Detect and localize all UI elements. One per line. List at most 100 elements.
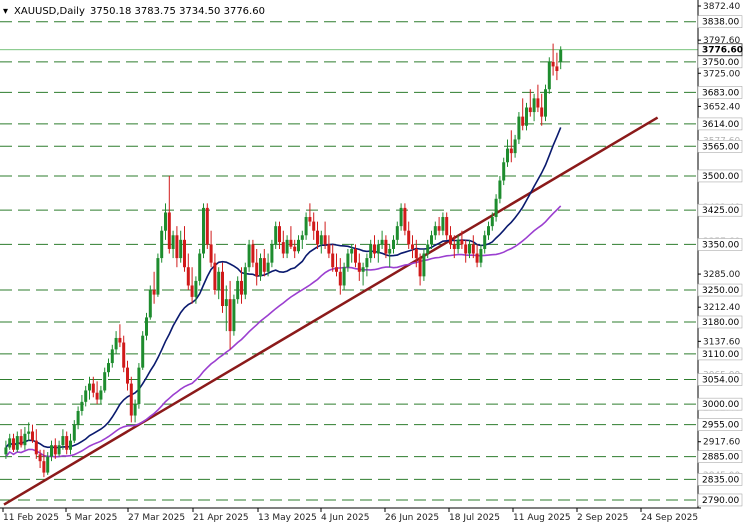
candle-body — [57, 445, 61, 455]
candle-body — [414, 248, 418, 259]
candle-body — [498, 180, 502, 199]
candle-body — [255, 262, 259, 277]
candle-body — [141, 335, 145, 368]
current-price-label: 3776.60 — [702, 46, 743, 56]
candle-body — [411, 244, 414, 249]
candle-body — [61, 436, 65, 446]
candle-body — [418, 258, 422, 277]
candle-body — [464, 244, 468, 254]
candle-body — [517, 116, 521, 140]
candle-body — [300, 235, 304, 240]
candle-body — [4, 447, 8, 455]
x-tick-label: 21 Apr 2025 — [193, 513, 249, 523]
level-label: 2790.00 — [702, 496, 739, 506]
level-label: 3350.00 — [702, 240, 739, 250]
candle-body — [42, 461, 46, 473]
candle-body — [449, 235, 452, 245]
candle-body — [156, 258, 160, 295]
candle-body — [171, 235, 175, 249]
candle-body — [194, 280, 198, 297]
candle-body — [160, 230, 164, 259]
candle-body — [357, 262, 361, 272]
candle-body — [490, 217, 494, 227]
candle-body — [274, 226, 278, 245]
candle-body — [547, 61, 551, 90]
candle-body — [460, 239, 464, 245]
level-label: 2835.00 — [702, 475, 739, 485]
candle-body — [114, 337, 118, 350]
candle-body — [137, 367, 141, 405]
candle-body — [521, 116, 525, 126]
x-tick-label: 18 Jul 2025 — [449, 513, 500, 523]
chart-symbol: XAUUSD,Daily — [14, 6, 85, 17]
level-label: 3110.00 — [702, 350, 739, 360]
x-tick-label: 11 Feb 2025 — [3, 513, 59, 523]
level-label: 2885.00 — [702, 453, 739, 463]
level-label: 3838.00 — [702, 18, 739, 28]
candle-body — [27, 431, 31, 434]
candle-body — [247, 244, 251, 268]
candle-body — [525, 107, 528, 126]
y-tick-label: 3212.40 — [703, 303, 740, 313]
candle-body — [126, 367, 129, 384]
candle-body — [88, 383, 91, 391]
candle-body — [23, 433, 27, 446]
candle-body — [38, 454, 42, 462]
x-tick-label: 26 Jun 2025 — [385, 513, 439, 523]
candle-body — [380, 239, 384, 245]
candle-body — [152, 290, 156, 295]
candlestick-chart: 3872.403797.603725.003652.403577.603505.… — [0, 0, 744, 527]
candle-body — [148, 290, 152, 318]
candle-body — [354, 248, 357, 263]
candle-body — [278, 226, 281, 243]
candle-body — [251, 244, 255, 263]
candle-body — [327, 244, 331, 254]
candle-body — [433, 226, 437, 236]
candle-body — [445, 217, 449, 236]
candle-body — [304, 217, 308, 236]
candle-body — [198, 253, 202, 281]
candle-body — [262, 258, 266, 272]
candle-body — [281, 242, 285, 254]
candle-body — [186, 267, 190, 286]
candle-body — [532, 98, 536, 113]
candle-body — [213, 262, 217, 291]
candle-body — [224, 299, 228, 307]
candle-body — [12, 438, 15, 450]
x-tick-label: 13 May 2025 — [258, 513, 317, 523]
candle-body — [72, 424, 76, 441]
y-tick-label: 3652.40 — [703, 102, 740, 112]
x-tick-label: 2 Sep 2025 — [577, 513, 628, 523]
y-tick-label: 3285.00 — [703, 270, 740, 280]
candle-body — [513, 139, 517, 154]
candle-body — [129, 383, 133, 416]
candle-body — [95, 392, 99, 400]
level-label: 2955.00 — [702, 421, 739, 431]
candle-body — [65, 436, 69, 450]
candle-body — [392, 239, 395, 249]
candle-body — [559, 49, 563, 62]
candle-body — [122, 342, 126, 368]
y-tick-label: 3872.40 — [703, 2, 740, 12]
level-label: 3500.00 — [702, 172, 739, 182]
candle-body — [422, 253, 426, 277]
x-tick-label: 27 Mar 2025 — [128, 513, 185, 523]
candle-body — [403, 207, 407, 231]
candle-body — [118, 337, 122, 343]
candle-body — [468, 244, 471, 254]
candle-body — [99, 390, 103, 400]
candle-body — [494, 198, 498, 218]
level-label: 3250.00 — [702, 286, 739, 296]
candle-body — [145, 317, 148, 336]
candle-body — [528, 107, 532, 113]
candle-body — [240, 280, 243, 295]
candle-body — [376, 244, 380, 254]
candle-body — [285, 239, 289, 254]
candle-body — [259, 258, 262, 277]
candle-body — [190, 285, 194, 297]
candle-body — [312, 221, 316, 231]
candle-body — [175, 235, 179, 259]
candle-body — [103, 372, 107, 391]
candle-body — [236, 280, 240, 300]
candle-body — [338, 271, 342, 286]
